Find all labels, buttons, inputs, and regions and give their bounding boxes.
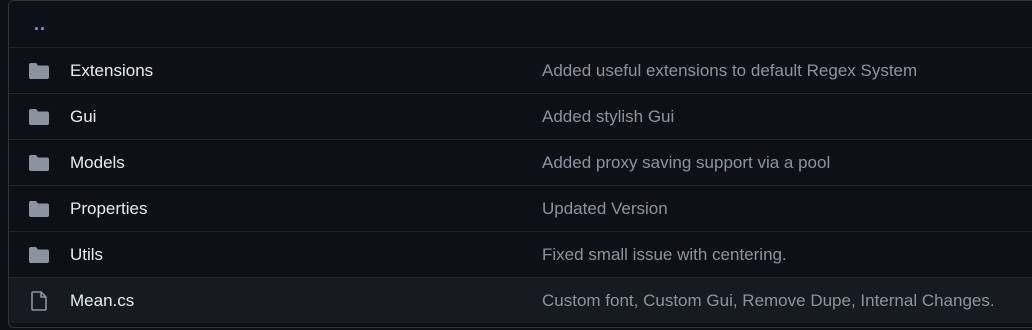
commit-message-link[interactable]: Added useful extensions to default Regex… bbox=[542, 61, 917, 81]
parent-directory-link[interactable]: .. bbox=[34, 14, 46, 35]
parent-directory-row[interactable]: .. bbox=[9, 1, 1032, 47]
file-row-gui[interactable]: Gui Added stylish Gui bbox=[9, 93, 1032, 139]
file-name-link[interactable]: Extensions bbox=[70, 61, 153, 81]
folder-icon bbox=[28, 199, 50, 219]
commit-message-link[interactable]: Added proxy saving support via a pool bbox=[542, 153, 830, 173]
file-name-link[interactable]: Mean.cs bbox=[70, 291, 134, 311]
file-name-link[interactable]: Properties bbox=[70, 199, 147, 219]
file-name-link[interactable]: Models bbox=[70, 153, 125, 173]
commit-message-link[interactable]: Custom font, Custom Gui, Remove Dupe, In… bbox=[542, 291, 995, 311]
file-row-properties[interactable]: Properties Updated Version bbox=[9, 185, 1032, 231]
file-name-link[interactable]: Utils bbox=[70, 245, 103, 265]
file-row-extensions[interactable]: Extensions Added useful extensions to de… bbox=[9, 47, 1032, 93]
commit-message-link[interactable]: Added stylish Gui bbox=[542, 107, 674, 127]
folder-icon bbox=[28, 61, 50, 81]
file-row-models[interactable]: Models Added proxy saving support via a … bbox=[9, 139, 1032, 185]
folder-icon bbox=[28, 153, 50, 173]
commit-message-link[interactable]: Fixed small issue with centering. bbox=[542, 245, 787, 265]
file-name-link[interactable]: Gui bbox=[70, 107, 96, 127]
folder-icon bbox=[28, 245, 50, 265]
file-row-mean-cs[interactable]: Mean.cs Custom font, Custom Gui, Remove … bbox=[9, 277, 1032, 323]
file-row-utils[interactable]: Utils Fixed small issue with centering. bbox=[9, 231, 1032, 277]
file-icon bbox=[28, 291, 50, 311]
file-list: .. Extensions Added useful extensions to… bbox=[8, 0, 1032, 328]
commit-message-link[interactable]: Updated Version bbox=[542, 199, 668, 219]
folder-icon bbox=[28, 107, 50, 127]
